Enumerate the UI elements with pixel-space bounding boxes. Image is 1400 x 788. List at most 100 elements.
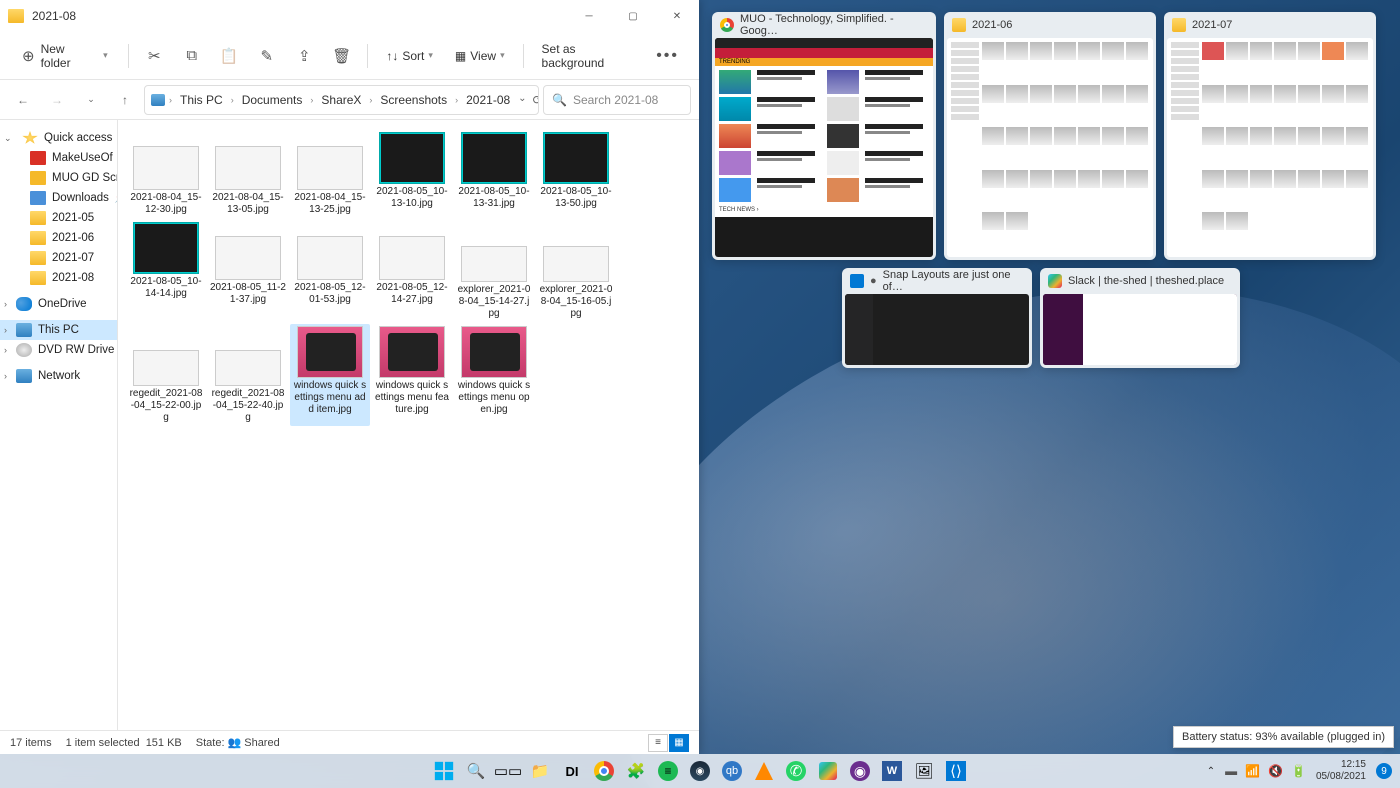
taskbar-puzzle-button[interactable]: 🧩 <box>623 758 649 784</box>
file-item[interactable]: regedit_2021-08-04_15-22-40.jpg <box>208 324 288 426</box>
view-button[interactable]: ▦ View ▾ <box>447 45 513 67</box>
titlebar[interactable]: 2021-08 ─ ▢ ✕ <box>0 0 699 32</box>
taskbar-search-button[interactable]: 🔍 <box>463 758 489 784</box>
breadcrumb[interactable]: Screenshots <box>376 91 451 109</box>
volume-icon[interactable]: 🔇 <box>1268 764 1283 778</box>
sidebar-item-downloads[interactable]: Downloads📌 <box>0 188 117 208</box>
file-item[interactable]: 2021-08-05_10-13-50.jpg <box>536 130 616 218</box>
snap-window-folder-2021-07[interactable]: 2021-07 <box>1164 12 1376 260</box>
chevron-right-icon[interactable]: › <box>4 325 7 335</box>
new-folder-button[interactable]: ⊕ New folder ▾ <box>12 38 118 74</box>
overflow-button[interactable]: ⌃ <box>1207 766 1215 777</box>
search-input[interactable]: 🔍 Search 2021-08 <box>543 85 691 115</box>
address-bar[interactable]: › This PC › Documents › ShareX › Screens… <box>144 85 539 115</box>
chevron-down-icon[interactable]: ⌄ <box>4 133 12 144</box>
back-button[interactable]: ← <box>8 85 38 115</box>
sidebar-item-label: This PC <box>38 324 79 336</box>
details-view-button[interactable]: ≡ <box>648 734 668 752</box>
file-item[interactable]: windows quick settings menu open.jpg <box>454 324 534 426</box>
snap-window-chrome[interactable]: MUO - Technology, Simplified. - Goog… TR… <box>712 12 936 260</box>
file-item[interactable]: 2021-08-05_12-14-27.jpg <box>372 220 452 322</box>
set-background-button[interactable]: Set as background <box>534 38 643 74</box>
taskbar-word-button[interactable]: W <box>879 758 905 784</box>
minimize-button[interactable]: ─ <box>567 0 611 32</box>
forward-button[interactable]: → <box>42 85 72 115</box>
tray-icon[interactable]: ▬ <box>1225 764 1237 778</box>
file-name: explorer_2021-08-04_15-16-05.jpg <box>538 284 614 320</box>
breadcrumb[interactable]: 2021-08 <box>462 91 514 109</box>
file-item[interactable]: 2021-08-05_12-01-53.jpg <box>290 220 370 322</box>
clock[interactable]: 12:15 05/08/2021 <box>1316 759 1366 783</box>
chevron-down-icon[interactable]: ⌄ <box>518 93 526 107</box>
sort-button[interactable]: ↑↓ Sort ▾ <box>378 45 441 67</box>
recent-button[interactable]: ⌄ <box>76 85 106 115</box>
sidebar-item-2021-08[interactable]: 2021-08 <box>0 268 117 288</box>
share-button[interactable]: ⇪ <box>288 39 319 73</box>
copy-button[interactable]: ⧉ <box>176 39 207 73</box>
taskbar-explorer-button[interactable]: 📁 <box>527 758 553 784</box>
file-item[interactable]: explorer_2021-08-04_15-14-27.jpg <box>454 220 534 322</box>
paste-button[interactable]: 📋 <box>214 39 245 73</box>
file-item[interactable]: 2021-08-04_15-12-30.jpg <box>126 130 206 218</box>
file-thumbnail <box>461 326 527 378</box>
breadcrumb[interactable]: ShareX <box>317 91 365 109</box>
taskbar-devtool-button[interactable]: 🖼 <box>911 758 937 784</box>
breadcrumb[interactable]: Documents <box>238 91 307 109</box>
taskbar-steam-button[interactable]: ◉ <box>687 758 713 784</box>
file-item[interactable]: 2021-08-04_15-13-25.jpg <box>290 130 370 218</box>
file-name: 2021-08-05_10-14-14.jpg <box>128 276 204 300</box>
sidebar-item-2021-07[interactable]: 2021-07 <box>0 248 117 268</box>
rename-button[interactable]: ✎ <box>251 39 282 73</box>
sidebar-item-makeuseof[interactable]: MakeUseOf📌 <box>0 148 117 168</box>
file-item[interactable]: 2021-08-05_10-13-31.jpg <box>454 130 534 218</box>
sidebar-item-network[interactable]: › Network <box>0 366 117 386</box>
snap-window-vscode[interactable]: ●Snap Layouts are just one of… <box>842 268 1032 368</box>
file-item[interactable]: explorer_2021-08-04_15-16-05.jpg <box>536 220 616 322</box>
battery-icon[interactable]: 🔋 <box>1291 764 1306 778</box>
taskbar-radio-button[interactable]: ◉ <box>847 758 873 784</box>
cut-button[interactable]: ✂ <box>139 39 170 73</box>
taskbar-slack-button[interactable] <box>815 758 841 784</box>
file-item[interactable]: 2021-08-05_10-13-10.jpg <box>372 130 452 218</box>
thumbnails-view-button[interactable]: ▦ <box>669 734 689 752</box>
close-button[interactable]: ✕ <box>655 0 699 32</box>
taskbar-spotify-button[interactable]: ≡ <box>655 758 681 784</box>
up-button[interactable]: ↑ <box>110 85 140 115</box>
chevron-right-icon[interactable]: › <box>4 345 7 355</box>
chevron-right-icon[interactable]: › <box>4 371 7 381</box>
chevron-right-icon[interactable]: › <box>4 299 7 309</box>
file-item[interactable]: 2021-08-04_15-13-05.jpg <box>208 130 288 218</box>
sidebar-item-2021-05[interactable]: 2021-05 <box>0 208 117 228</box>
sidebar-item-onedrive[interactable]: › OneDrive <box>0 294 117 314</box>
breadcrumb[interactable]: This PC <box>176 91 227 109</box>
refresh-button[interactable]: ⟳ <box>533 93 539 107</box>
snap-window-folder-2021-06[interactable]: 2021-06 <box>944 12 1156 260</box>
sidebar-item-quick-access[interactable]: ⌄ Quick access <box>0 128 117 148</box>
sidebar-item-2021-06[interactable]: 2021-06 <box>0 228 117 248</box>
file-item[interactable]: windows quick settings menu feature.jpg <box>372 324 452 426</box>
taskbar-qbit-button[interactable]: qb <box>719 758 745 784</box>
sort-label: Sort <box>402 49 424 63</box>
file-name: 2021-08-05_10-13-31.jpg <box>456 186 532 210</box>
delete-button[interactable]: 🗑 <box>326 39 357 73</box>
file-item[interactable]: 2021-08-05_11-21-37.jpg <box>208 220 288 322</box>
more-button[interactable]: ••• <box>648 43 687 69</box>
taskbar-whatsapp-button[interactable]: ✆ <box>783 758 809 784</box>
sidebar-item-dvd[interactable]: › DVD RW Drive (D:) A <box>0 340 117 360</box>
taskbar-start-button[interactable] <box>431 758 457 784</box>
file-item[interactable]: windows quick settings menu add item.jpg <box>290 324 370 426</box>
taskbar-task-view-button[interactable]: ▭▭ <box>495 758 521 784</box>
taskbar-di-button[interactable]: DI <box>559 758 585 784</box>
snap-window-slack[interactable]: Slack | the-shed | theshed.place <box>1040 268 1240 368</box>
sidebar-item-this-pc[interactable]: › This PC <box>0 320 117 340</box>
taskbar-vscode-button[interactable]: ⟨⟩ <box>943 758 969 784</box>
notification-badge[interactable]: 9 <box>1376 763 1392 779</box>
taskbar-chrome-button[interactable] <box>591 758 617 784</box>
file-item[interactable]: 2021-08-05_10-14-14.jpg <box>126 220 206 322</box>
file-item[interactable]: regedit_2021-08-04_15-22-00.jpg <box>126 324 206 426</box>
wifi-icon[interactable]: 📶 <box>1245 764 1260 778</box>
taskbar-vlc-button[interactable] <box>751 758 777 784</box>
sidebar-item-muo-gd-screen[interactable]: MUO GD Screen📌 <box>0 168 117 188</box>
file-grid[interactable]: 2021-08-04_15-12-30.jpg2021-08-04_15-13-… <box>118 120 699 730</box>
maximize-button[interactable]: ▢ <box>611 0 655 32</box>
